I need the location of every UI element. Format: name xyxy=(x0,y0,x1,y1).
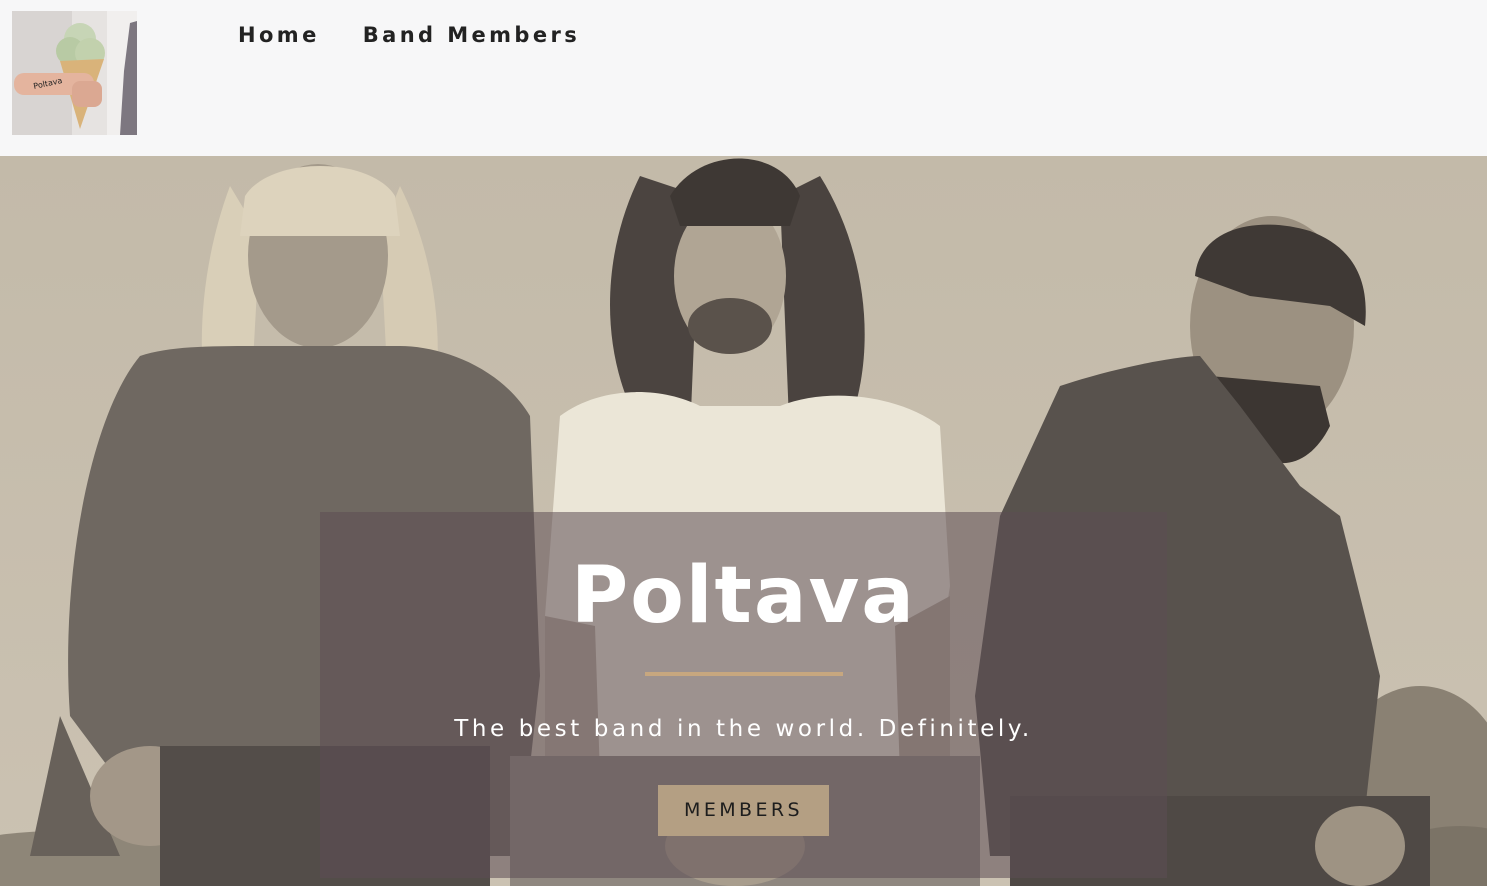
hero-section: Poltava The best band in the world. Defi… xyxy=(0,156,1487,886)
site-header: Poltava Home Band Members xyxy=(0,0,1487,156)
band-tagline: The best band in the world. Definitely. xyxy=(454,716,1033,742)
logo[interactable]: Poltava xyxy=(12,11,137,135)
nav-link-home[interactable]: Home xyxy=(238,20,320,50)
main-nav: Home Band Members xyxy=(238,20,580,50)
ice-cream-logo-image: Poltava xyxy=(12,11,137,135)
title-divider xyxy=(645,672,843,676)
band-title: Poltava xyxy=(571,551,916,641)
members-button[interactable]: MEMBERS xyxy=(658,785,829,836)
nav-link-band-members[interactable]: Band Members xyxy=(363,20,580,50)
hero-panel: Poltava The best band in the world. Defi… xyxy=(320,512,1167,878)
